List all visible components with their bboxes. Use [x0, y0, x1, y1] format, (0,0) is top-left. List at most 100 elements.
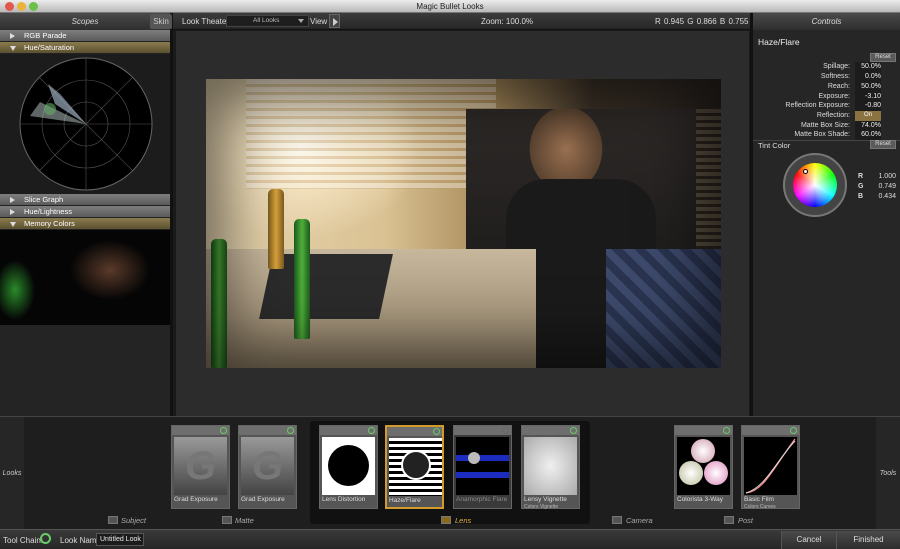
power-icon[interactable]: [502, 427, 509, 434]
section-label: Memory Colors: [24, 219, 75, 228]
haze-flare-circle: [401, 450, 431, 480]
reflection-toggle[interactable]: On: [855, 111, 881, 121]
scope-section-hue-saturation[interactable]: Hue/Saturation: [0, 42, 170, 54]
cancel-button[interactable]: Cancel: [781, 531, 836, 549]
power-icon[interactable]: [570, 427, 577, 434]
tool-card-basic-film[interactable]: Basic Film Colors Curves: [741, 425, 800, 510]
group-lens[interactable]: Lens: [455, 516, 471, 525]
card-header: [320, 426, 377, 435]
group-matte[interactable]: Matte: [235, 516, 254, 525]
tool-chain-area: Looks Tools G Grad Exposure G Grad Exposur…: [0, 416, 900, 530]
look-name-field[interactable]: Untitled Look: [96, 533, 144, 546]
tool-card-grad-exposure-2[interactable]: G Grad Exposure: [238, 425, 297, 509]
group-subject[interactable]: Subject: [121, 516, 146, 525]
section-label: Hue/Lightness: [24, 207, 72, 216]
rgb-readout: R 0.945 G 0.866 B 0.755: [655, 17, 749, 26]
section-label: Slice Graph: [24, 195, 64, 204]
power-icon[interactable]: [220, 427, 227, 434]
tools-drawer-tab[interactable]: Tools: [876, 417, 900, 530]
post-icon: [724, 516, 734, 524]
card-label: Basic Film: [744, 496, 774, 503]
section-label: RGB Parade: [24, 31, 67, 40]
reset-button[interactable]: Reset: [870, 53, 896, 62]
param-label: Spillage:: [823, 63, 850, 70]
window-title-bar: Magic Bullet Looks: [0, 0, 900, 13]
card-label: Anamorphic Flare: [456, 496, 508, 503]
dropdown-value: All Looks: [253, 17, 280, 24]
card-header: [522, 426, 579, 435]
finished-button[interactable]: Finished: [836, 531, 900, 549]
param-value[interactable]: 0.0%: [855, 72, 881, 82]
scope-section-slice-graph[interactable]: Slice Graph: [0, 194, 170, 206]
card-label: Colorista 3-Way: [677, 496, 723, 503]
haze-flare-thumbnail: [389, 438, 442, 496]
param-row-softness[interactable]: Softness: 0.0%: [753, 72, 900, 82]
card-label: Lensy Vignette: [524, 496, 567, 503]
color-wheel[interactable]: [783, 153, 847, 217]
power-icon[interactable]: [287, 427, 294, 434]
matte-icon: [222, 516, 232, 524]
viewer-toolbar: Skin Look Theater All Looks View Zoom: 1…: [150, 13, 750, 30]
param-row-matte-box-shade[interactable]: Matte Box Shade: 60.0%: [753, 130, 900, 140]
power-icon[interactable]: [368, 427, 375, 434]
preview-image: [206, 79, 721, 368]
group-post[interactable]: Post: [738, 516, 753, 525]
group-camera[interactable]: Camera: [626, 516, 653, 525]
grad-exposure-thumbnail: G: [174, 437, 227, 495]
tint-g-value: 0.749: [878, 183, 896, 190]
tool-card-grad-exposure-1[interactable]: G Grad Exposure: [171, 425, 230, 509]
lens-distortion-thumbnail: [322, 437, 375, 495]
minimize-window-icon[interactable]: [17, 2, 26, 11]
param-row-spillage[interactable]: Spillage: 50.0%: [753, 62, 900, 72]
tool-card-lensy-vignette[interactable]: Lensy Vignette Colors Vignette: [521, 425, 580, 510]
scope-section-hue-lightness[interactable]: Hue/Lightness: [0, 206, 170, 218]
section-label: Hue/Saturation: [24, 43, 75, 52]
tool-card-colorista-3-way[interactable]: Colorista 3-Way: [674, 425, 733, 509]
power-icon[interactable]: [723, 427, 730, 434]
param-value[interactable]: -0.80: [855, 101, 881, 111]
scopes-header: Scopes: [0, 13, 170, 30]
tool-name: Haze/Flare: [758, 37, 800, 47]
power-icon[interactable]: [790, 427, 797, 434]
image-viewer[interactable]: [176, 31, 749, 416]
scopes-panel: Scopes RGB Parade Hue/Saturation Slice G…: [0, 13, 173, 416]
scope-section-rgb-parade[interactable]: RGB Parade: [0, 30, 170, 42]
tool-card-anamorphic-flare[interactable]: Anamorphic Flare: [453, 425, 512, 509]
anamorphic-flare-thumbnail: [456, 437, 509, 495]
camera-icon: [612, 516, 622, 524]
skin-button[interactable]: Skin: [150, 14, 172, 29]
look-theater-dropdown[interactable]: All Looks: [226, 15, 309, 27]
scope-section-memory-colors[interactable]: Memory Colors: [0, 218, 170, 230]
param-value[interactable]: 60.0%: [855, 130, 881, 140]
card-header: [675, 426, 732, 435]
param-row-reflection-exposure[interactable]: Reflection Exposure: -0.80: [753, 101, 900, 111]
param-value[interactable]: 50.0%: [855, 82, 881, 92]
close-window-icon[interactable]: [5, 2, 14, 11]
param-value[interactable]: 50.0%: [855, 62, 881, 72]
grad-exposure-thumbnail: G: [241, 437, 294, 495]
zoom-window-icon[interactable]: [29, 2, 38, 11]
color-picker-handle[interactable]: [803, 169, 808, 174]
param-row-reach[interactable]: Reach: 50.0%: [753, 82, 900, 92]
hue-saturation-scope: [0, 54, 170, 194]
curves-graphic: [745, 438, 796, 494]
param-row-reflection[interactable]: Reflection: On: [753, 111, 900, 121]
tool-card-lens-distortion[interactable]: Lens Distortion: [319, 425, 378, 509]
card-label: Lens Distortion: [322, 496, 366, 503]
tint-g-label: G: [858, 183, 864, 190]
memory-colors-preview: [0, 230, 170, 325]
color-circle: [691, 439, 715, 463]
param-label: Reach:: [827, 83, 850, 90]
triangle-down-icon: [10, 46, 16, 51]
card-header: [239, 426, 296, 435]
flare-dot: [468, 452, 480, 464]
tint-reset-button[interactable]: Reset: [870, 140, 896, 149]
play-icon[interactable]: [329, 14, 340, 28]
power-icon[interactable]: [433, 428, 440, 435]
tool-chain-power-icon[interactable]: [40, 533, 51, 544]
tool-card-haze-flare[interactable]: Haze/Flare: [385, 425, 444, 509]
looks-drawer-tab[interactable]: Looks: [0, 417, 24, 530]
card-label: Haze/Flare: [389, 497, 421, 504]
curves-thumbnail: [744, 437, 797, 495]
color-circle: [704, 461, 728, 485]
